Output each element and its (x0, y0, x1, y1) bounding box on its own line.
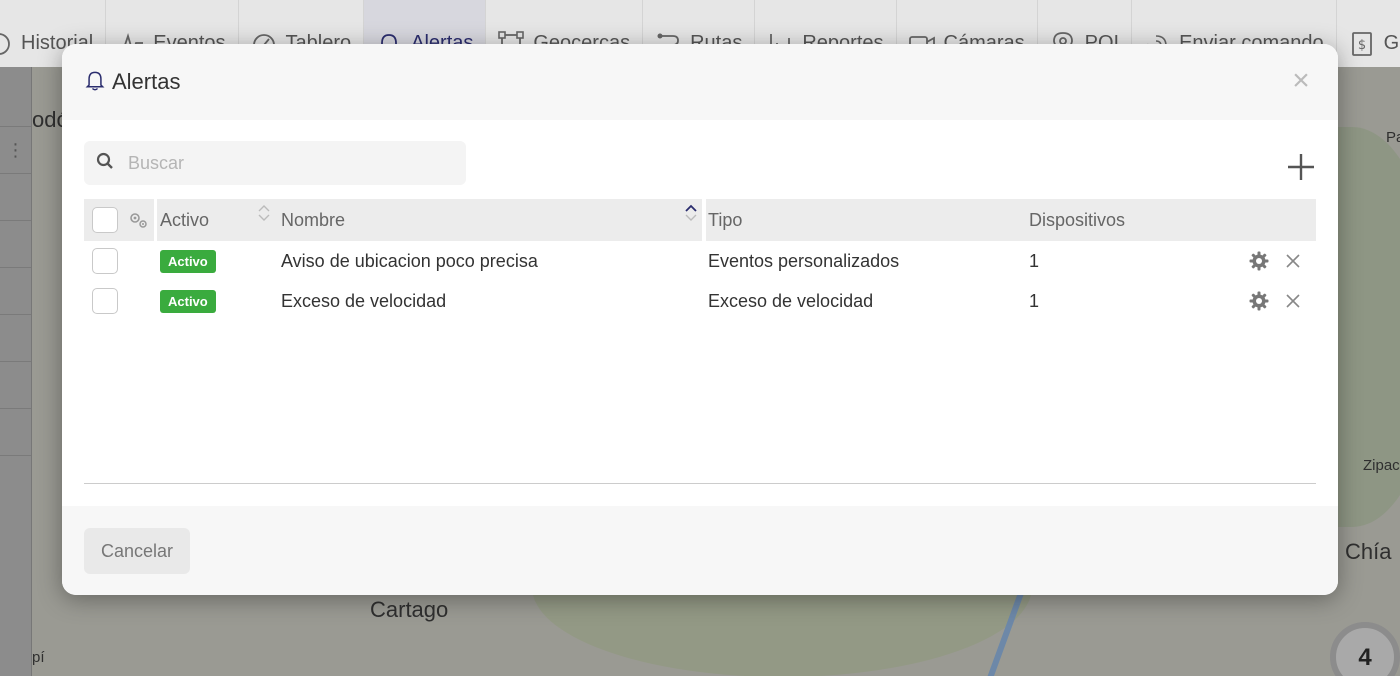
table-divider (84, 483, 1316, 484)
alert-type: Exceso de velocidad (708, 290, 874, 311)
alert-name: Aviso de ubicacion poco precisa (281, 250, 538, 271)
device-sidebar: ⋮ (0, 67, 32, 676)
sidebar-device-row[interactable] (0, 362, 31, 409)
gear-icon[interactable] (1248, 290, 1270, 312)
column-header-dispositivos[interactable]: Dispositivos (1029, 199, 1125, 241)
alert-devices: 1 (1029, 250, 1040, 271)
map-label-zipac: Zipac (1363, 457, 1400, 474)
sidebar-device-row[interactable] (0, 221, 31, 268)
cancel-button[interactable]: Cancelar (84, 528, 190, 574)
column-header-tipo[interactable]: Tipo (708, 199, 742, 241)
sidebar-device-row[interactable] (0, 268, 31, 315)
invoice-icon: $ (1349, 31, 1375, 57)
plus-icon (1288, 154, 1314, 180)
sort-nombre-icon[interactable] (684, 203, 698, 223)
modal-footer: Cancelar (62, 506, 1338, 595)
search-icon (96, 152, 114, 175)
map-label-pa: Pa (1386, 129, 1400, 146)
sidebar-device-row[interactable] (0, 409, 31, 456)
map-label-chia: Chía (1345, 539, 1392, 564)
add-alert-button[interactable] (1286, 152, 1316, 182)
sidebar-device-row[interactable] (0, 174, 31, 221)
sidebar-menu-icon[interactable]: ⋮ (0, 127, 31, 174)
bell-icon (84, 68, 106, 97)
map-label-cartago: Cartago (370, 597, 449, 622)
alerts-modal: Alertas × Activo Nombre (62, 44, 1338, 595)
nav-item-gastos[interactable]: $ Gastos (1337, 0, 1400, 67)
table-header: Activo Nombre Tipo Dispositivos (84, 199, 1316, 241)
table-row[interactable]: Activo Aviso de ubicacion poco precisa E… (84, 241, 1316, 281)
modal-title: Alertas (112, 69, 181, 94)
sidebar-device-row[interactable] (0, 315, 31, 362)
status-badge: Activo (160, 289, 216, 313)
alert-devices: 1 (1029, 290, 1040, 311)
delete-icon[interactable] (1282, 290, 1304, 312)
status-badge: Activo (160, 249, 216, 273)
select-all-checkbox[interactable] (92, 207, 118, 233)
svg-text:$: $ (1357, 38, 1365, 53)
nav-label: Gastos (1383, 32, 1400, 54)
sort-activo-icon[interactable] (257, 203, 271, 223)
alerts-table: Activo Nombre Tipo Dispositivos Activo A… (84, 199, 1316, 321)
alert-type: Eventos personalizados (708, 250, 900, 271)
search-box[interactable] (84, 141, 466, 185)
map-label-pi: pí (32, 649, 45, 666)
close-icon[interactable]: × (1286, 66, 1316, 96)
sidebar-toggle[interactable] (0, 67, 31, 127)
delete-icon[interactable] (1282, 250, 1304, 272)
gears-icon[interactable] (128, 199, 148, 241)
column-header-activo[interactable]: Activo (160, 199, 209, 241)
gear-icon[interactable] (1248, 250, 1270, 272)
clock-icon (0, 31, 12, 57)
row-checkbox[interactable] (92, 288, 118, 314)
row-checkbox[interactable] (92, 248, 118, 274)
search-input[interactable] (128, 152, 448, 174)
table-row[interactable]: Activo Exceso de velocidad Exceso de vel… (84, 281, 1316, 321)
modal-header: Alertas × (62, 44, 1338, 120)
alert-name: Exceso de velocidad (281, 290, 447, 311)
column-header-nombre[interactable]: Nombre (281, 199, 345, 241)
